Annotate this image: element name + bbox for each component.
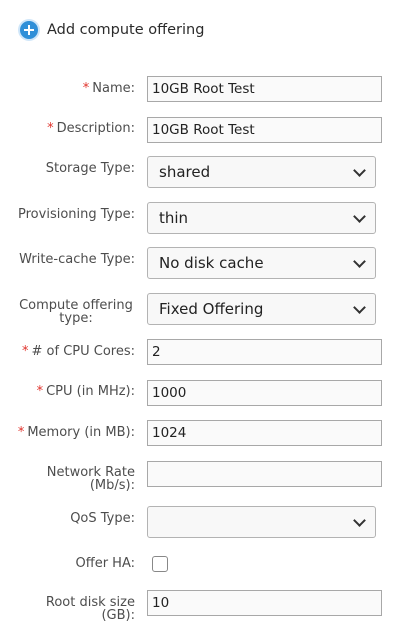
cpu-mhz-input[interactable]: 1000: [147, 380, 382, 406]
name-input[interactable]: 10GB Root Test: [147, 76, 382, 102]
provisioning-type-select[interactable]: thin: [147, 202, 376, 234]
chevron-down-icon: [353, 514, 366, 527]
memory-input[interactable]: 1024: [147, 420, 382, 446]
description-label: * Description:: [47, 121, 135, 136]
qos-type-select[interactable]: [147, 506, 376, 538]
offer-ha-checkbox[interactable]: [152, 556, 168, 572]
cpu-cores-input[interactable]: 2: [147, 339, 382, 365]
network-rate-input[interactable]: [147, 461, 382, 487]
provisioning-type-value: thin: [159, 209, 189, 227]
memory-label: * Memory (in MB):: [17, 425, 135, 440]
required-marker: *: [82, 81, 90, 96]
required-marker: *: [17, 425, 25, 440]
root-disk-size-input[interactable]: 10: [147, 590, 382, 616]
cpu-cores-label: * # of CPU Cores:: [22, 344, 135, 359]
add-circle-icon: [20, 21, 38, 39]
offer-ha-label: Offer HA:: [75, 556, 135, 571]
chevron-down-icon: [353, 164, 366, 177]
storage-type-select[interactable]: shared: [147, 156, 376, 188]
chevron-down-icon: [353, 255, 366, 268]
qos-type-label: QoS Type:: [70, 511, 135, 526]
chevron-down-icon: [353, 210, 366, 223]
chevron-down-icon: [353, 301, 366, 314]
provisioning-type-label: Provisioning Type:: [18, 207, 135, 222]
required-marker: *: [36, 384, 44, 399]
dialog-title: Add compute offering: [47, 22, 205, 38]
dialog-header: Add compute offering: [20, 20, 204, 40]
compute-offering-type-label: Compute offering type:: [19, 298, 133, 326]
name-label: * Name:: [82, 81, 135, 96]
required-marker: *: [47, 121, 54, 136]
write-cache-type-label: Write-cache Type:: [19, 252, 135, 267]
cpu-mhz-label: * CPU (in MHz):: [36, 384, 135, 399]
write-cache-type-select[interactable]: No disk cache: [147, 247, 376, 279]
description-input[interactable]: 10GB Root Test: [147, 117, 382, 143]
compute-offering-type-select[interactable]: Fixed Offering: [147, 293, 376, 325]
compute-offering-type-value: Fixed Offering: [159, 300, 264, 318]
network-rate-label: Network Rate (Mb/s):: [46, 465, 135, 493]
required-marker: *: [22, 344, 29, 359]
storage-type-label: Storage Type:: [45, 161, 135, 176]
write-cache-type-value: No disk cache: [159, 254, 264, 272]
storage-type-value: shared: [159, 163, 211, 181]
root-disk-size-label: Root disk size (GB):: [45, 595, 135, 623]
